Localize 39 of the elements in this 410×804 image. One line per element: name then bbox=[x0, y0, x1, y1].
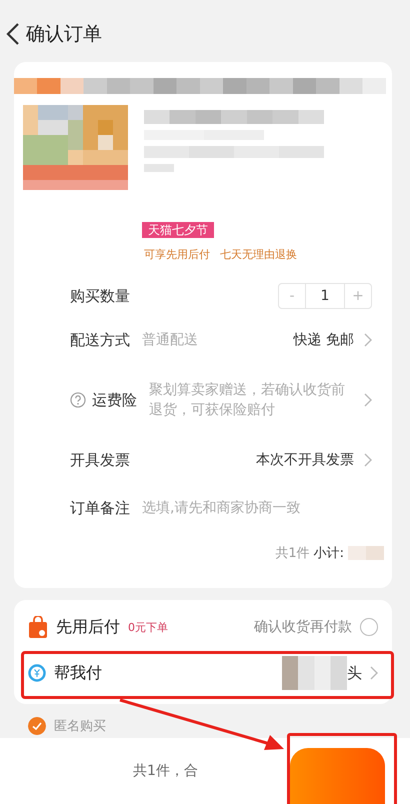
subtotal-label: 小计: bbox=[314, 545, 344, 562]
submit-button[interactable] bbox=[290, 748, 385, 804]
help-icon[interactable] bbox=[70, 392, 86, 408]
row-value: 本次不开具发票 bbox=[256, 451, 354, 469]
service-label: 七天无理由退换 bbox=[220, 247, 297, 262]
chevron-icon bbox=[364, 453, 372, 467]
checkbox[interactable] bbox=[28, 717, 46, 735]
blurred-text bbox=[348, 546, 384, 560]
order-summary: 共1件，合 bbox=[133, 762, 198, 780]
row-label: 购买数量 bbox=[70, 286, 130, 306]
shopping-bag-icon bbox=[28, 616, 48, 638]
blurred-text bbox=[144, 164, 174, 172]
row-label: 运费险 bbox=[92, 390, 137, 410]
plus-button[interactable]: + bbox=[345, 284, 371, 308]
row-detail: 聚划算卖家赠送，若确认收货前退货，可获保险赔付 bbox=[149, 381, 346, 420]
promo-tag: 天猫七夕节 bbox=[142, 222, 214, 238]
blurred-text bbox=[282, 656, 347, 690]
chevron-icon bbox=[370, 666, 378, 680]
option-note: 确认收货再付款 bbox=[254, 618, 352, 636]
radio-button[interactable] bbox=[360, 618, 378, 636]
row-detail: 普通配送 bbox=[142, 331, 199, 349]
option-value: 头 bbox=[347, 664, 362, 682]
chevron-icon bbox=[364, 333, 372, 347]
quantity-value: 1 bbox=[305, 284, 345, 308]
back-icon[interactable] bbox=[6, 23, 20, 45]
row-value: 快递 免邮 bbox=[294, 331, 354, 349]
page-title: 确认订单 bbox=[26, 22, 102, 47]
checkbox-label: 匿名购买 bbox=[54, 718, 106, 735]
row-label: 订单备注 bbox=[70, 498, 130, 518]
row-label: 开具发票 bbox=[70, 450, 130, 470]
row-label: 配送方式 bbox=[70, 330, 130, 350]
promo-label: 0元下单 bbox=[128, 620, 168, 634]
option-label: 先用后付 bbox=[56, 616, 120, 638]
option-label: 帮我付 bbox=[54, 662, 102, 684]
coin-icon bbox=[28, 664, 46, 682]
item-count: 共1件 bbox=[275, 545, 310, 562]
minus-button[interactable]: - bbox=[279, 284, 305, 308]
service-label: 可享先用后付 bbox=[144, 247, 210, 262]
chevron-icon bbox=[364, 393, 372, 407]
